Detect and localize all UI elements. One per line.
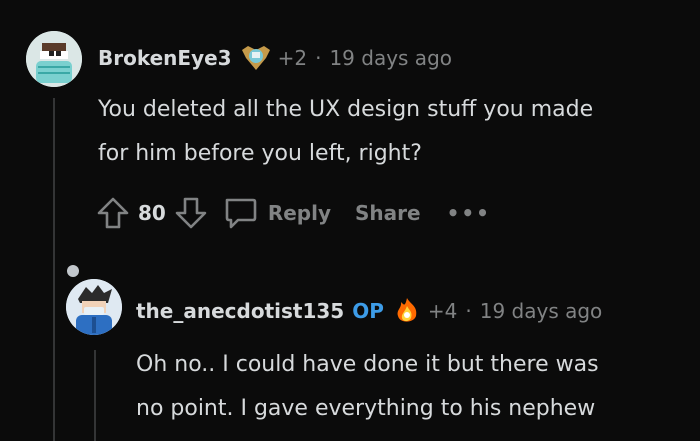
comment-actions: 80 Reply Share ••• xyxy=(96,195,491,231)
comment-meta: BrokenEye3 +2 · 19 days ago xyxy=(98,44,452,72)
more-options-icon[interactable]: ••• xyxy=(447,201,491,225)
comment-bubble-icon xyxy=(225,198,257,229)
award-count: +2 xyxy=(277,46,308,70)
avatar-image xyxy=(26,31,82,87)
shield-award-icon[interactable] xyxy=(240,44,272,72)
upvote-icon[interactable] xyxy=(96,196,130,230)
avatar[interactable] xyxy=(26,31,82,87)
downvote-icon[interactable] xyxy=(174,196,208,230)
reply-button[interactable]: Reply xyxy=(222,195,331,231)
comment-body: You deleted all the UX design stuff you … xyxy=(98,88,593,176)
fire-award-icon[interactable] xyxy=(392,296,422,326)
timestamp[interactable]: 19 days ago xyxy=(329,46,452,70)
separator: · xyxy=(315,46,322,70)
comment-meta: the_anecdotist135 OP +4 · 19 days ago xyxy=(136,296,602,326)
username[interactable]: BrokenEye3 xyxy=(98,46,232,70)
online-dot-icon xyxy=(67,265,79,277)
comment-line: no point. I gave everything to his nephe… xyxy=(136,396,596,421)
timestamp[interactable]: 19 days ago xyxy=(480,299,603,323)
award-count: +4 xyxy=(427,299,458,323)
comment-body: Oh no.. I could have done it but there w… xyxy=(136,343,599,431)
comment-line: Oh no.. I could have done it but there w… xyxy=(136,352,599,377)
op-badge: OP xyxy=(352,299,384,323)
thread-line[interactable] xyxy=(53,98,55,441)
comment-line: for him before you left, right? xyxy=(98,141,422,166)
avatar-image xyxy=(66,279,122,335)
comment-line: You deleted all the UX design stuff you … xyxy=(98,97,594,122)
thread-line[interactable] xyxy=(94,350,96,441)
share-button[interactable]: Share xyxy=(355,201,421,225)
username[interactable]: the_anecdotist135 xyxy=(136,299,344,323)
reply-label: Reply xyxy=(267,201,332,225)
avatar[interactable] xyxy=(66,279,122,335)
separator: · xyxy=(465,299,472,323)
vote-count: 80 xyxy=(138,201,166,225)
